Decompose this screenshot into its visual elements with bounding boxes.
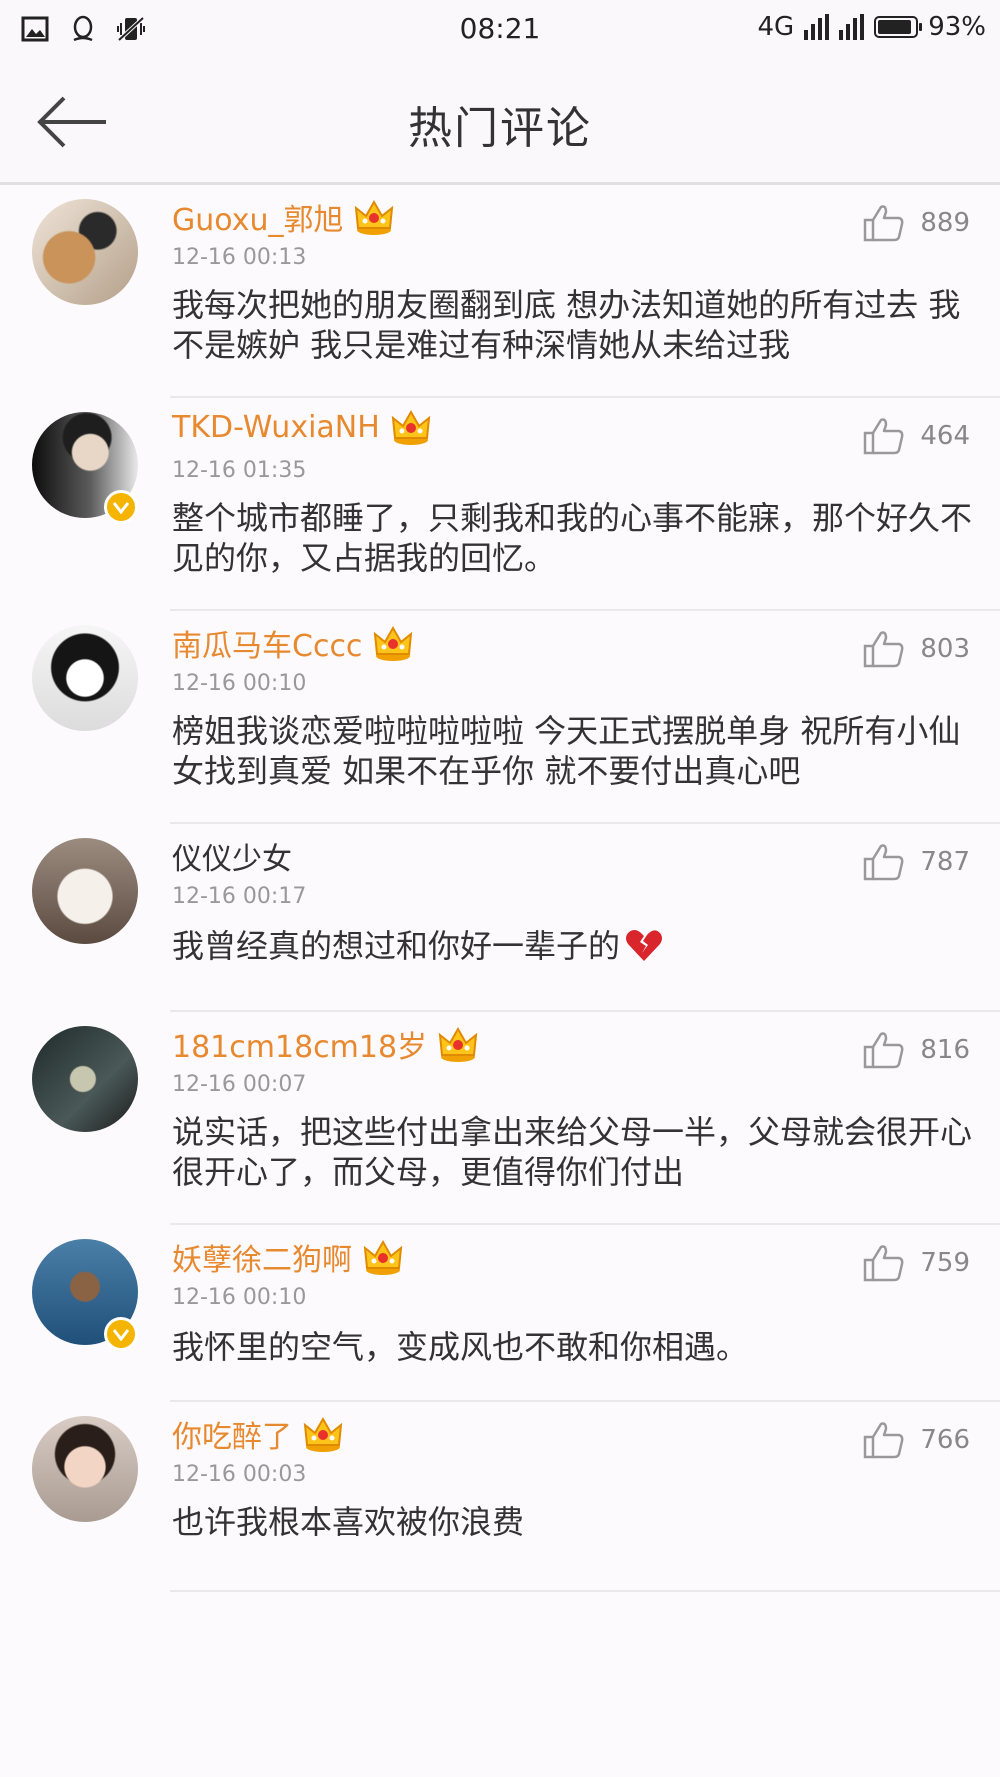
comment-time: 12-16 00:07	[172, 1072, 307, 1097]
like-count: 816	[920, 1035, 970, 1065]
comment-list: Guoxu_郭旭 12-16 00:13 我每次把她的朋友圈翻到底 想办法知道她…	[0, 185, 1000, 1592]
comment-time: 12-16 01:35	[172, 458, 307, 483]
like-button[interactable]: 464	[862, 416, 970, 456]
comment-text: 也许我根本喜欢被你浪费	[172, 1503, 525, 1541]
username[interactable]: 妖孽徐二狗啊	[172, 1235, 352, 1279]
verified-badge-icon	[104, 490, 138, 524]
crown-icon	[355, 199, 394, 235]
like-count: 787	[920, 847, 970, 877]
comment-time: 12-16 00:03	[172, 1462, 307, 1487]
battery-icon	[874, 16, 923, 38]
signal-icon	[804, 14, 830, 40]
username-row: Guoxu_郭旭	[172, 195, 395, 239]
crown-icon	[391, 409, 431, 445]
thumbs-up-icon	[864, 1032, 904, 1069]
comment-text: 我曾经真的想过和你好一辈子的	[172, 926, 972, 966]
divider	[170, 1590, 1000, 1592]
comment-time: 12-16 00:10	[172, 1285, 307, 1310]
username[interactable]: Guoxu_郭旭	[172, 195, 343, 239]
like-button[interactable]: 766	[862, 1420, 970, 1460]
broken-heart-icon	[626, 930, 663, 961]
comment-text: 说实话，把这些付出拿出来给父母一半，父母就会很开心很开心了，而父母，更值得你们付…	[172, 1113, 973, 1191]
crown-icon	[363, 1239, 403, 1275]
comment-item: 妖孽徐二狗啊 12-16 00:10 我怀里的空气，变成风也不敢和你相遇。 75…	[0, 1225, 1000, 1402]
thumbs-up-icon	[864, 1245, 904, 1282]
comment-time: 12-16 00:10	[172, 671, 307, 696]
comment-text: 榜姐我谈恋爱啦啦啦啦啦 今天正式摆脱单身 祝所有小仙女找到真爱 如果不在乎你 就…	[172, 712, 961, 790]
crown-icon	[374, 625, 413, 661]
comment-item: 仪仪少女 12-16 00:17 我曾经真的想过和你好一辈子的 787	[0, 824, 1000, 1012]
comment-item: Guoxu_郭旭 12-16 00:13 我每次把她的朋友圈翻到底 想办法知道她…	[0, 185, 1000, 398]
thumbs-up-icon	[864, 631, 904, 668]
avatar[interactable]	[32, 625, 138, 731]
like-button[interactable]: 816	[862, 1030, 970, 1070]
username[interactable]: 你吃醉了	[172, 1412, 292, 1456]
crown-icon	[438, 1026, 478, 1062]
network-type: 4G	[757, 12, 795, 42]
thumbs-up-icon	[864, 418, 904, 455]
comment-text-content: 我曾经真的想过和你好一辈子的	[172, 927, 621, 965]
username[interactable]: 南瓜马车Cccc	[172, 621, 362, 665]
page-title: 热门评论	[408, 103, 592, 154]
avatar[interactable]	[32, 1416, 138, 1522]
status-right-icons: 4G 93%	[758, 12, 987, 42]
header: 热门评论	[0, 62, 1000, 185]
comment-text: 整个城市都睡了，只剩我和我的心事不能寐，那个好久不见的你，又占据我的回忆。	[172, 499, 973, 577]
crown-icon	[303, 1416, 343, 1452]
avatar[interactable]	[32, 199, 138, 305]
username[interactable]: 181cm18cm18岁	[172, 1022, 427, 1066]
username-row: 仪仪少女	[172, 834, 292, 878]
comment-time: 12-16 00:13	[172, 245, 307, 270]
battery-fill	[878, 20, 912, 34]
verified-badge-icon	[104, 1317, 138, 1351]
comment-item: 181cm18cm18岁 12-16 00:07 说实话，把这些付出拿出来给父母…	[0, 1012, 1000, 1225]
thumbs-up-icon	[864, 205, 904, 242]
signal-icon-2	[839, 14, 865, 40]
username-row: 妖孽徐二狗啊	[172, 1235, 404, 1279]
like-count: 889	[920, 208, 970, 238]
comment-item: 南瓜马车Cccc 12-16 00:10 榜姐我谈恋爱啦啦啦啦啦 今天正式摆脱单…	[0, 611, 1000, 824]
comment-time: 12-16 00:17	[172, 884, 307, 909]
thumbs-up-icon	[864, 844, 904, 881]
comment-text: 我每次把她的朋友圈翻到底 想办法知道她的所有过去 我不是嫉妒 我只是难过有种深情…	[172, 286, 961, 364]
comment-item: 你吃醉了 12-16 00:03 也许我根本喜欢被你浪费 766	[0, 1402, 1000, 1592]
username-row: 你吃醉了	[172, 1412, 344, 1456]
like-count: 759	[920, 1248, 970, 1278]
comment-item: TKD-WuxiaNH 12-16 01:35 整个城市都睡了，只剩我和我的心事…	[0, 398, 1000, 611]
avatar[interactable]	[32, 1026, 138, 1132]
like-count: 464	[920, 421, 970, 451]
like-button[interactable]: 803	[862, 629, 970, 669]
battery-percent: 93%	[928, 12, 986, 42]
like-button[interactable]: 759	[862, 1243, 970, 1283]
status-bar: 08:21 4G 93%	[0, 0, 1000, 62]
username[interactable]: TKD-WuxiaNH	[172, 410, 380, 445]
thumbs-up-icon	[864, 1422, 904, 1459]
username[interactable]: 仪仪少女	[172, 834, 292, 878]
username-row: TKD-WuxiaNH	[172, 408, 432, 446]
like-count: 803	[920, 634, 970, 664]
username-row: 南瓜马车Cccc	[172, 621, 414, 665]
username-row: 181cm18cm18岁	[172, 1022, 479, 1066]
avatar[interactable]	[32, 838, 138, 944]
like-count: 766	[920, 1425, 970, 1455]
comment-text: 我怀里的空气，变成风也不敢和你相遇。	[172, 1328, 749, 1366]
like-button[interactable]: 889	[862, 203, 970, 243]
like-button[interactable]: 787	[862, 842, 970, 882]
